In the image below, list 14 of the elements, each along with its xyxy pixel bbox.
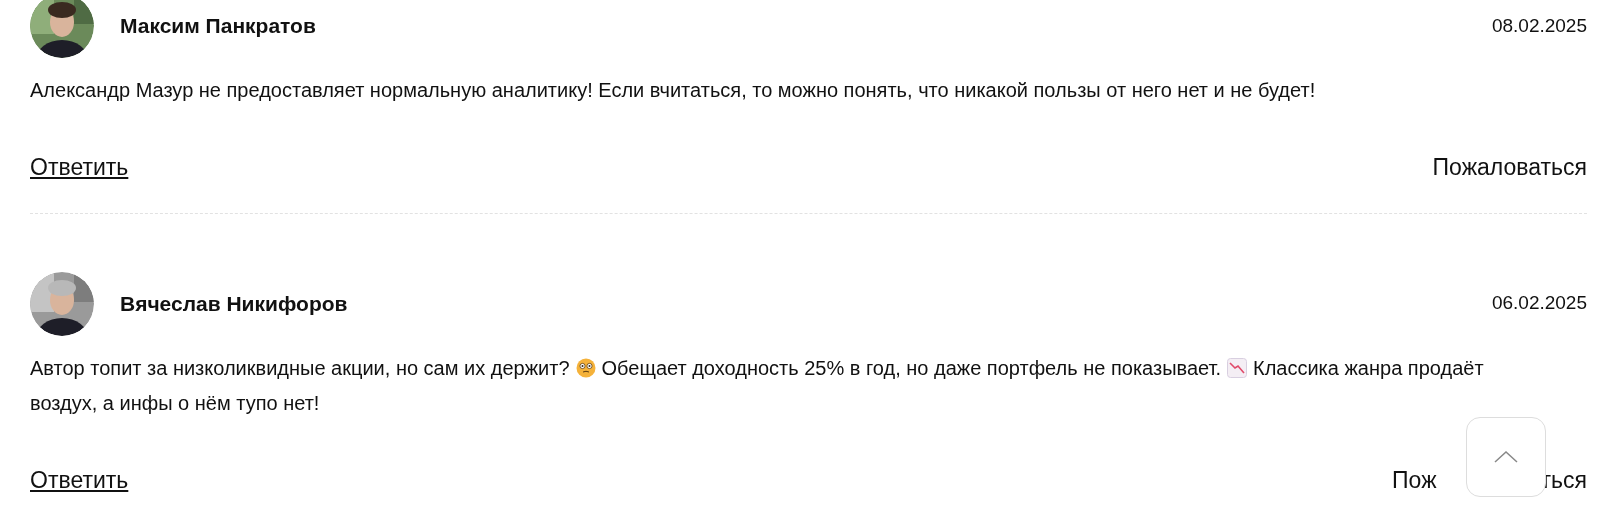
reply-link[interactable]: Ответить bbox=[30, 150, 129, 185]
chevron-up-icon bbox=[1494, 451, 1518, 463]
author-name: Максим Панкратов bbox=[120, 13, 316, 40]
author-name: Вячеслав Никифоров bbox=[120, 290, 348, 317]
comment-text: Автор топит за низколиквидные акции, но сам их держит? Обещает доходность 25% в год, но даже портфель не показывает. Классика жанра продаёт воздух, а инфы о нём тупо нет! bbox=[30, 355, 1485, 416]
report-link[interactable]: Пожаловаться bbox=[1432, 150, 1587, 185]
comment-date: 08.02.2025 bbox=[1491, 13, 1587, 38]
avatar bbox=[30, 0, 94, 58]
comment-date: 06.02.2025 bbox=[1491, 291, 1587, 316]
comment-text: Александр Мазур не предоставляет нормальную аналитику! Если вчитаться, то можно понять, что никакой пользы от него нет и не будет! bbox=[30, 78, 1317, 103]
face-emoji-icon bbox=[575, 357, 596, 378]
reply-link[interactable]: Ответить bbox=[30, 462, 129, 497]
chart-decreasing-icon bbox=[1227, 357, 1247, 378]
scroll-to-top-button[interactable] bbox=[1466, 417, 1546, 497]
